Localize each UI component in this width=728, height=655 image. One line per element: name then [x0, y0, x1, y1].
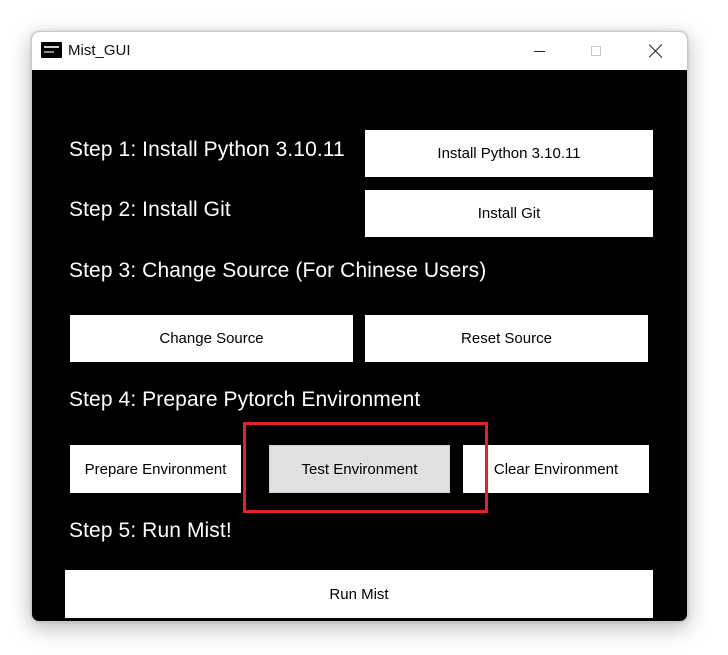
test-environment-button[interactable]: Test Environment: [269, 445, 450, 493]
prepare-environment-button[interactable]: Prepare Environment: [70, 445, 241, 493]
maximize-button[interactable]: [573, 32, 619, 70]
change-source-button[interactable]: Change Source: [70, 315, 353, 362]
step1-label: Step 1: Install Python 3.10.11: [69, 138, 345, 161]
step4-label: Step 4: Prepare Pytorch Environment: [69, 388, 421, 411]
close-button[interactable]: [633, 32, 679, 70]
install-git-button[interactable]: Install Git: [365, 190, 653, 237]
close-icon: [649, 44, 663, 58]
app-icon: [41, 42, 62, 58]
clear-environment-button[interactable]: Clear Environment: [463, 445, 649, 493]
title-bar[interactable]: Mist_GUI: [32, 32, 687, 70]
minimize-icon: [533, 50, 545, 52]
run-mist-button[interactable]: Run Mist: [65, 570, 653, 618]
mist-gui-window: Mist_GUI Step 1: Install Python 3.10.11 …: [31, 31, 688, 622]
step3-label: Step 3: Change Source (For Chinese Users…: [69, 259, 487, 282]
maximize-icon: [591, 46, 601, 56]
step2-label: Step 2: Install Git: [69, 198, 231, 221]
main-panel: Step 1: Install Python 3.10.11 Install P…: [32, 70, 687, 621]
window-title: Mist_GUI: [68, 42, 131, 59]
minimize-button[interactable]: [516, 32, 562, 70]
install-python-button[interactable]: Install Python 3.10.11: [365, 130, 653, 177]
step5-label: Step 5: Run Mist!: [69, 519, 232, 542]
reset-source-button[interactable]: Reset Source: [365, 315, 648, 362]
